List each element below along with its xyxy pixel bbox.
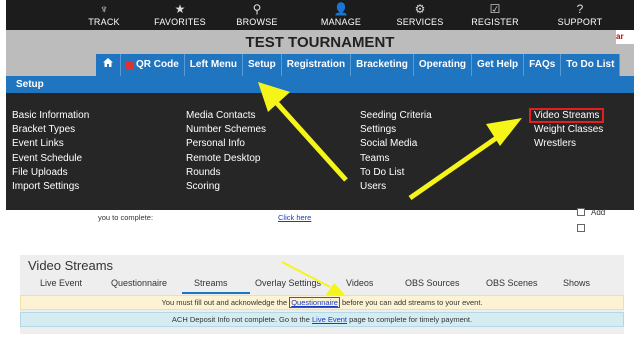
arrow-to-setup-tab [258,82,348,182]
arrow-to-questionnaire-link [281,261,346,296]
arrow-to-video-streams [408,118,522,201]
annotation-arrows [258,82,522,296]
